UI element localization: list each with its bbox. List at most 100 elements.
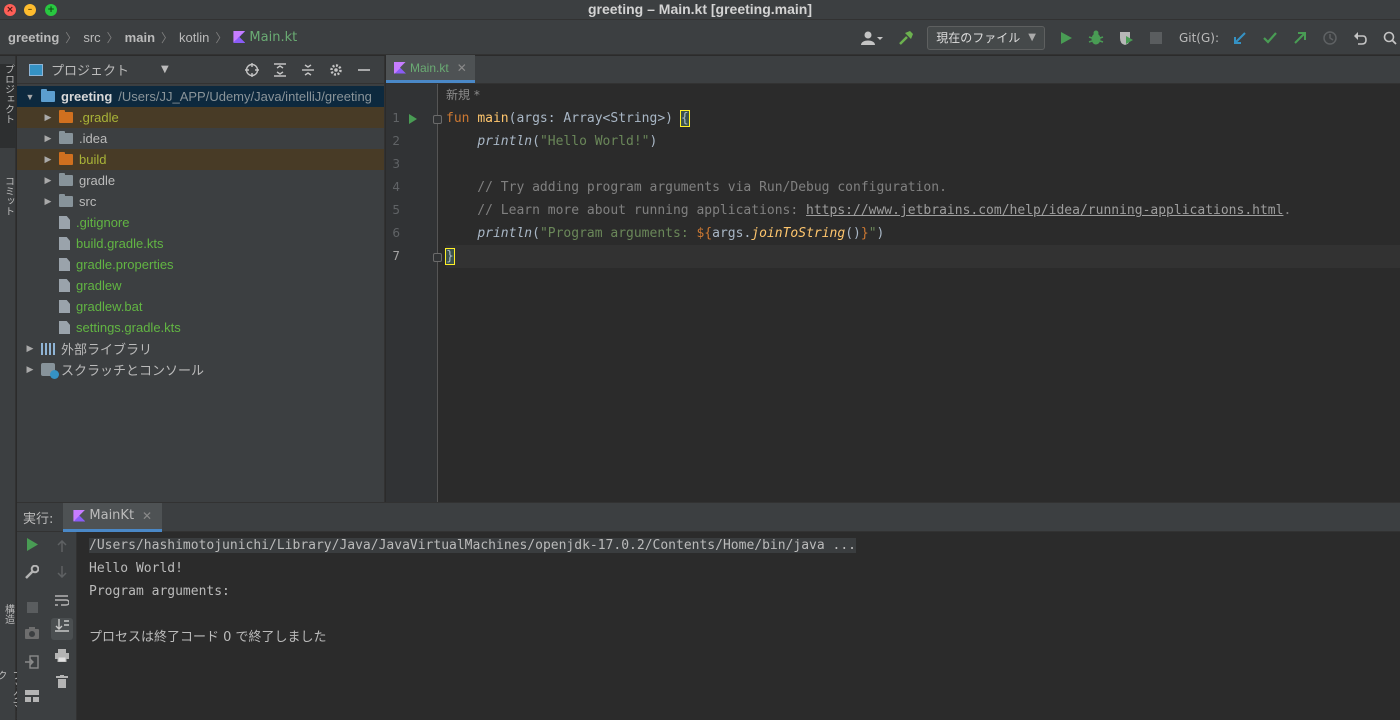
tree-item-gradlew[interactable]: gradlew <box>17 275 384 296</box>
code-text: ) <box>876 226 885 241</box>
bookmarks-tool-window-button[interactable]: ブックマーク <box>0 670 21 720</box>
build-hammer-icon[interactable] <box>896 28 916 48</box>
git-push-icon[interactable] <box>1290 28 1310 48</box>
tab-mainkt[interactable]: MainKt ✕ <box>63 502 163 532</box>
breadcrumb: greeting 〉 src 〉 main 〉 kotlin 〉 Main.kt <box>0 29 297 46</box>
breadcrumb-src[interactable]: src <box>83 30 100 45</box>
stop-icon[interactable] <box>1146 28 1166 48</box>
breadcrumb-main[interactable]: main <box>125 30 155 45</box>
chevron-down-icon: ▼ <box>1028 32 1036 43</box>
kotlin-run-icon <box>73 509 86 522</box>
string-literal: " <box>868 226 877 241</box>
fold-marker-icon[interactable] <box>433 253 442 262</box>
print-icon[interactable] <box>53 649 71 667</box>
code-text: ( <box>532 134 540 149</box>
collapse-all-icon[interactable] <box>298 60 318 80</box>
tree-item-scratches[interactable]: ▶ スクラッチとコンソール <box>17 359 384 380</box>
git-commit-icon[interactable] <box>1260 28 1280 48</box>
chevron-down-icon[interactable]: ▼ <box>23 92 37 102</box>
run-with-coverage-icon[interactable] <box>1116 28 1136 48</box>
git-update-icon[interactable] <box>1230 28 1250 48</box>
login-icon[interactable] <box>23 655 41 673</box>
console-line: Program arguments: <box>89 584 238 599</box>
fold-marker-icon[interactable] <box>433 115 442 124</box>
history-icon[interactable] <box>1320 28 1340 48</box>
shell-script-file-icon <box>59 279 70 292</box>
chevron-right-icon[interactable]: ▶ <box>23 343 37 354</box>
code-line-3[interactable] <box>446 153 1400 176</box>
chevron-right-icon[interactable]: ▶ <box>23 364 37 375</box>
template-close: } <box>860 226 869 241</box>
layout-icon[interactable] <box>23 690 41 708</box>
arrow-down-icon[interactable] <box>53 566 71 584</box>
search-icon[interactable] <box>1380 28 1400 48</box>
code-line-5[interactable]: // Learn more about running applications… <box>446 199 1400 222</box>
run-panel: 実行: MainKt ✕ /Users/hashimotojunichi/Lib… <box>17 502 1400 720</box>
tree-item-gradle-properties[interactable]: gradle.properties <box>17 254 384 275</box>
tree-item-settings-gradle-kts[interactable]: settings.gradle.kts <box>17 317 384 338</box>
tree-item-gradlew-bat[interactable]: gradlew.bat <box>17 296 384 317</box>
code-line-7[interactable]: } <box>445 245 1400 268</box>
line-number: 1 <box>392 111 400 125</box>
tree-item-build-gradle-kts[interactable]: build.gradle.kts <box>17 233 384 254</box>
trash-icon[interactable] <box>53 675 71 693</box>
chevron-right-icon[interactable]: ▶ <box>41 196 55 207</box>
code-text: args. <box>712 226 752 241</box>
project-tool-window-button[interactable]: プロジェクト <box>0 64 16 148</box>
chevron-right-icon[interactable]: ▶ <box>41 133 55 144</box>
camera-icon[interactable] <box>23 627 41 645</box>
tab-main-kt[interactable]: Main.kt ✕ <box>386 55 475 83</box>
expand-all-icon[interactable] <box>270 60 290 80</box>
breadcrumb-kotlin[interactable]: kotlin <box>179 30 209 45</box>
locate-target-icon[interactable] <box>242 60 262 80</box>
code-line-6[interactable]: println("Program arguments: ${args.joinT… <box>446 222 1400 245</box>
console-command[interactable]: /Users/hashimotojunichi/Library/Java/Jav… <box>89 538 857 553</box>
wrench-icon[interactable] <box>23 564 41 583</box>
run-configuration-select[interactable]: 現在のファイル ▼ <box>927 25 1045 50</box>
chevron-right-icon[interactable]: ▶ <box>41 112 55 123</box>
hide-panel-icon[interactable] <box>354 60 374 80</box>
console-output[interactable]: /Users/hashimotojunichi/Library/Java/Jav… <box>89 532 1400 720</box>
tree-root-greeting[interactable]: ▼ greeting /Users/JJ_APP/Udemy/Java/inte… <box>17 86 384 107</box>
project-panel-title[interactable]: プロジェクト <box>51 60 129 79</box>
close-icon[interactable]: ✕ <box>142 509 152 523</box>
documentation-link[interactable]: https://www.jetbrains.com/help/idea/runn… <box>806 203 1283 218</box>
tree-item-idea[interactable]: ▶ .idea <box>17 128 384 149</box>
properties-file-icon <box>59 258 70 271</box>
tree-item-external-libraries[interactable]: ▶ 外部ライブラリ <box>17 338 384 359</box>
commit-tool-window-button[interactable]: コミット <box>0 176 16 236</box>
run-icon[interactable] <box>1056 28 1076 48</box>
close-icon[interactable]: ✕ <box>457 61 467 75</box>
structure-tool-window-button[interactable]: 構造 <box>0 604 16 644</box>
stop-icon[interactable] <box>23 601 41 619</box>
user-icon[interactable] <box>858 28 886 48</box>
debug-bug-icon[interactable] <box>1086 28 1106 48</box>
gear-icon[interactable] <box>326 60 346 80</box>
inlay-hint: 新規 * <box>446 88 480 102</box>
rollback-icon[interactable] <box>1350 28 1370 48</box>
tree-item-label: src <box>79 194 97 209</box>
scroll-to-end-icon[interactable] <box>51 618 73 640</box>
console-line: /Users/hashimotojunichi/Library/Java/Jav… <box>89 534 1400 557</box>
chevron-right-icon: 〉 <box>65 30 78 45</box>
chevron-right-icon[interactable]: ▶ <box>41 154 55 165</box>
code-area[interactable]: 新規 * fun main(args: Array<String>) { pri… <box>445 84 1400 502</box>
breadcrumb-greeting[interactable]: greeting <box>8 30 59 45</box>
soft-wrap-icon[interactable] <box>53 594 71 612</box>
tree-item-gradle[interactable]: ▶ gradle <box>17 170 384 191</box>
run-gutter-icon[interactable] <box>409 114 417 124</box>
tree-item-gradle-cache[interactable]: ▶ .gradle <box>17 107 384 128</box>
breadcrumb-file[interactable]: Main.kt <box>233 30 297 45</box>
tree-item-src[interactable]: ▶ src <box>17 191 384 212</box>
tree-item-build[interactable]: ▶ build <box>17 149 384 170</box>
chevron-right-icon[interactable]: ▶ <box>41 175 55 186</box>
commit-tool-label: コミット <box>2 176 14 216</box>
tree-item-gitignore[interactable]: .gitignore <box>17 212 384 233</box>
chevron-down-icon[interactable]: ▼ <box>161 64 169 75</box>
rerun-icon[interactable] <box>23 538 41 556</box>
function-call: joinToString <box>751 226 846 241</box>
arrow-up-icon[interactable] <box>53 539 71 558</box>
code-line-4[interactable]: // Try adding program arguments via Run/… <box>446 176 1400 199</box>
code-line-2[interactable]: println("Hello World!") <box>446 130 1400 153</box>
code-line-1[interactable]: fun main(args: Array<String>) { <box>446 107 1400 130</box>
